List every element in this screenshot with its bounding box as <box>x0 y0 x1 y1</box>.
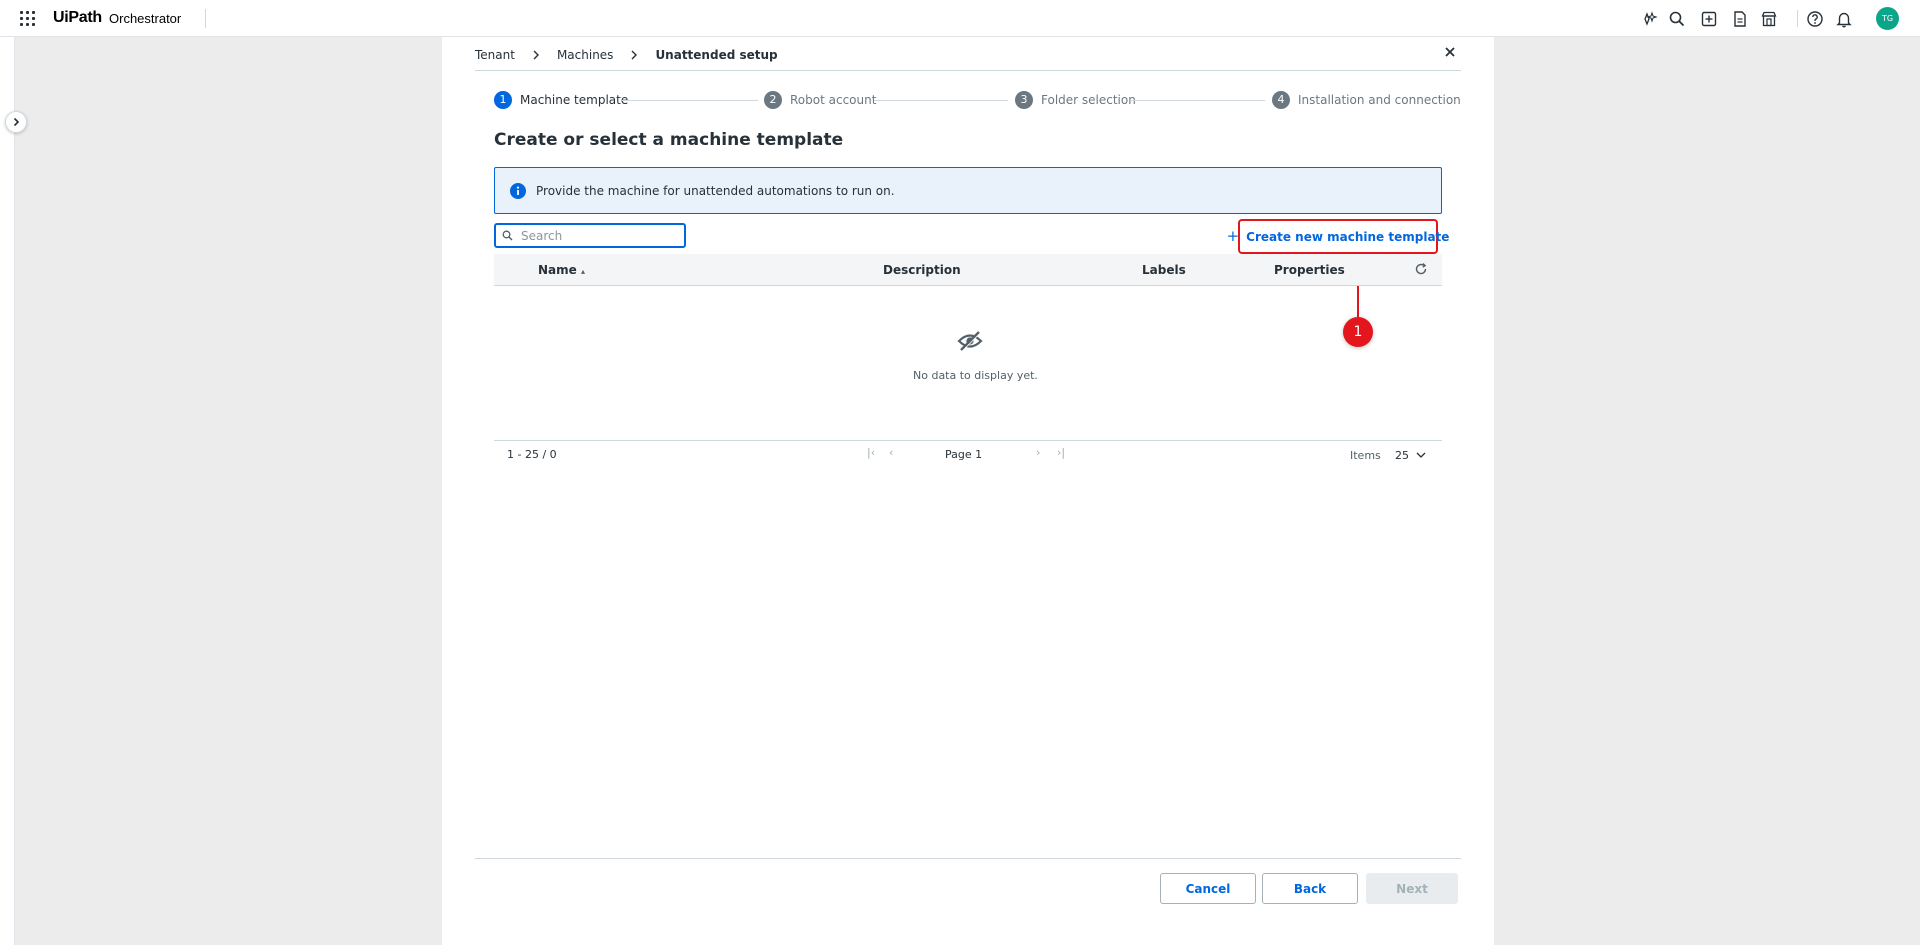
chevron-right-icon <box>13 117 20 127</box>
chevron-right-icon <box>533 50 539 60</box>
search-box[interactable] <box>494 223 686 248</box>
top-header: UiPath Orchestrator TG <box>0 0 1920 37</box>
breadcrumb-unattended-setup: Unattended setup <box>655 48 778 62</box>
previous-page-icon[interactable]: ‹ <box>889 446 893 459</box>
step-label: Machine template <box>520 93 629 107</box>
chevron-right-icon <box>631 50 638 60</box>
step-label: Folder selection <box>1041 93 1136 107</box>
user-avatar[interactable]: TG <box>1876 7 1899 30</box>
table-header: Name ▴ Description Labels Properties <box>494 254 1442 286</box>
breadcrumb-divider <box>475 70 1461 71</box>
breadcrumb: Tenant Machines Unattended setup <box>475 47 778 63</box>
step-connector <box>874 100 1008 101</box>
column-header-properties[interactable]: Properties <box>1274 263 1345 277</box>
callout-badge: 1 <box>1343 317 1373 347</box>
app-launcher-icon[interactable] <box>20 11 35 26</box>
expand-nav-button[interactable] <box>5 111 27 133</box>
step-installation-connection: 4 Installation and connection <box>1272 91 1461 109</box>
info-icon <box>510 182 526 199</box>
pagination-range: 1 - 25 / 0 <box>507 448 557 461</box>
plus-icon: + <box>1226 227 1240 245</box>
header-separator <box>1797 10 1798 27</box>
close-icon[interactable] <box>1443 45 1457 59</box>
step-label: Robot account <box>790 93 877 107</box>
first-page-icon[interactable]: |‹ <box>867 446 875 459</box>
step-number: 4 <box>1272 91 1290 109</box>
footer-divider <box>475 858 1461 859</box>
autopilot-icon[interactable] <box>1640 10 1658 28</box>
search-input[interactable] <box>521 228 671 243</box>
step-connector <box>1130 100 1265 101</box>
chevron-down-icon <box>1416 452 1426 458</box>
items-per-page-value: 25 <box>1395 448 1409 462</box>
table-footer-divider <box>494 440 1442 441</box>
last-page-icon[interactable]: ›| <box>1057 446 1065 459</box>
column-header-name[interactable]: Name ▴ <box>538 263 585 277</box>
step-machine-template: 1 Machine template <box>494 91 628 109</box>
left-nav-rail <box>0 37 15 945</box>
info-message: Provide the machine for unattended autom… <box>536 183 895 198</box>
empty-state-message: No data to display yet. <box>913 369 1038 382</box>
refresh-icon[interactable] <box>1414 262 1428 276</box>
notifications-icon[interactable] <box>1835 10 1853 28</box>
help-icon[interactable] <box>1806 10 1824 28</box>
step-connector <box>622 100 758 101</box>
uipath-logo[interactable]: UiPath <box>53 9 102 27</box>
items-per-page-label: Items <box>1350 449 1381 462</box>
step-number: 1 <box>494 91 512 109</box>
step-label: Installation and connection <box>1298 93 1461 107</box>
back-button[interactable]: Back <box>1262 873 1358 904</box>
next-button[interactable]: Next <box>1366 873 1458 904</box>
column-header-labels[interactable]: Labels <box>1142 263 1186 277</box>
search-icon <box>502 230 513 241</box>
step-number: 3 <box>1015 91 1033 109</box>
header-divider <box>205 9 206 28</box>
breadcrumb-tenant[interactable]: Tenant <box>475 48 515 62</box>
create-machine-template-button[interactable]: + Create new machine template <box>1227 219 1449 254</box>
create-button-label: Create new machine template <box>1246 229 1450 244</box>
items-per-page-select[interactable]: 25 <box>1395 446 1431 464</box>
hidden-eye-icon <box>957 330 983 352</box>
document-icon[interactable] <box>1731 10 1749 28</box>
search-icon[interactable] <box>1668 10 1686 28</box>
info-banner: Provide the machine for unattended autom… <box>494 167 1442 214</box>
sort-asc-icon: ▴ <box>580 267 585 276</box>
store-icon[interactable] <box>1760 10 1778 28</box>
cancel-button[interactable]: Cancel <box>1160 873 1256 904</box>
step-robot-account: 2 Robot account <box>764 91 876 109</box>
page-title: Create or select a machine template <box>494 130 844 150</box>
step-number: 2 <box>764 91 782 109</box>
breadcrumb-machines[interactable]: Machines <box>557 48 613 62</box>
next-page-icon[interactable]: › <box>1036 446 1040 459</box>
product-name: Orchestrator <box>109 11 182 26</box>
add-icon[interactable] <box>1700 10 1718 28</box>
step-folder-selection: 3 Folder selection <box>1015 91 1136 109</box>
page-indicator: Page 1 <box>945 448 983 461</box>
column-header-description[interactable]: Description <box>883 263 961 277</box>
